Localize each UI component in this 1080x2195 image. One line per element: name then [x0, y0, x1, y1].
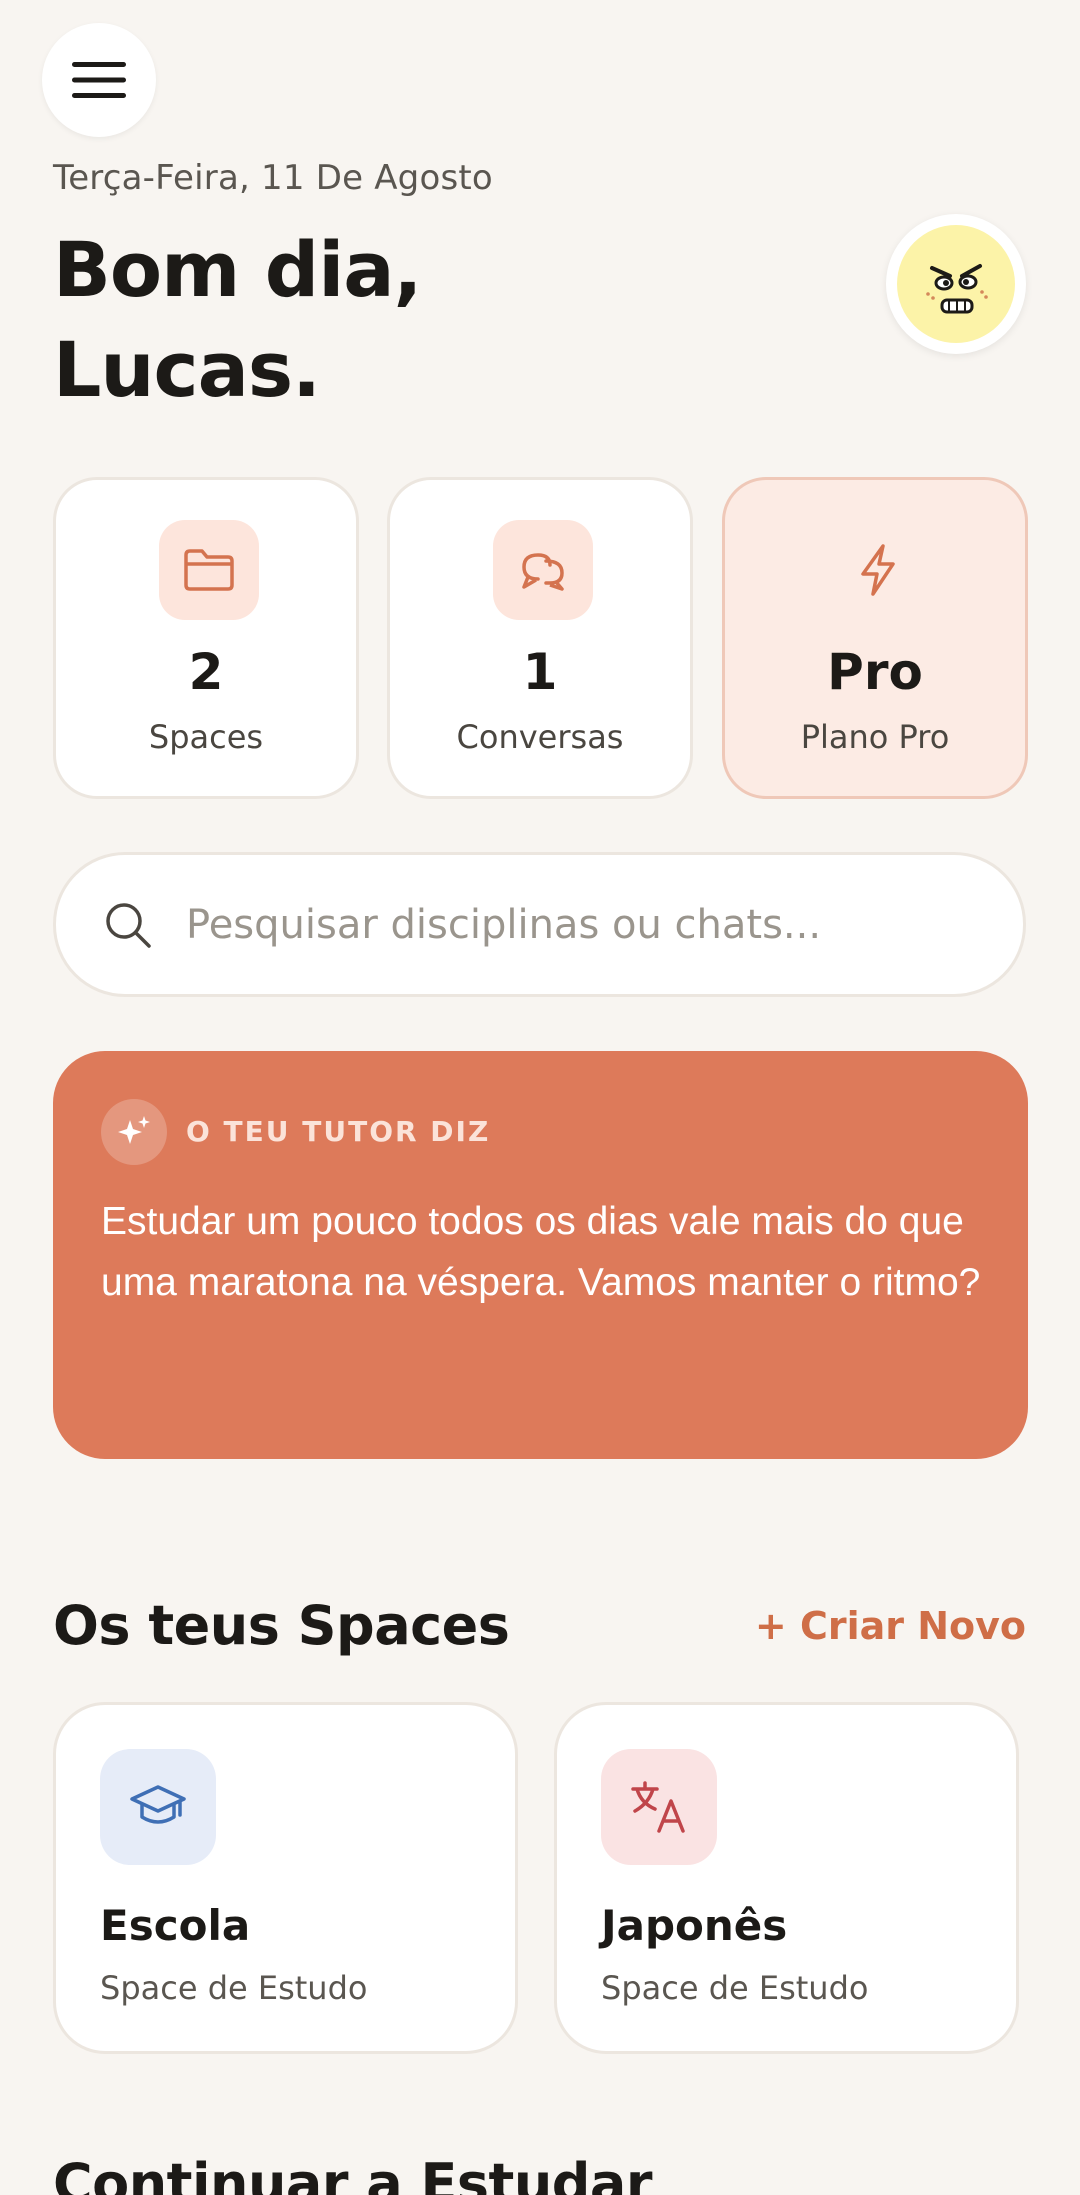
greeting-line-2: Lucas. — [53, 325, 321, 414]
avatar-face-icon — [897, 225, 1015, 343]
tutor-tip-card: O TEU TUTOR DIZ Estudar um pouco todos o… — [53, 1051, 1028, 1459]
folder-icon — [184, 549, 234, 591]
translate-icon — [631, 1781, 685, 1833]
tutor-message: Estudar um pouco todos os dias vale mais… — [101, 1200, 981, 1304]
stat-card-plan[interactable]: Pro Plano Pro — [722, 477, 1028, 799]
create-new-space-button[interactable]: + Criar Novo — [755, 1604, 1026, 1648]
avatar[interactable] — [886, 214, 1026, 354]
space-subtitle: Space de Estudo — [601, 1969, 869, 2007]
space-name: Escola — [100, 1901, 251, 1950]
search-input[interactable] — [186, 901, 946, 948]
greeting-title: Bom dia, Lucas. — [53, 220, 422, 420]
continue-section-title: Continuar a Estudar — [53, 2152, 653, 2195]
space-card-escola[interactable]: Escola Space de Estudo — [53, 1702, 518, 2054]
stats-row: 2 Spaces 1 Conversas Pro Plano Pro — [53, 477, 1028, 799]
search-bar[interactable] — [53, 852, 1026, 997]
lightning-icon — [861, 544, 895, 596]
stat-label: Plano Pro — [800, 718, 950, 756]
stat-card-spaces[interactable]: 2 Spaces — [53, 477, 359, 799]
hamburger-menu-icon — [72, 62, 126, 98]
greeting-line-1: Bom dia, — [53, 225, 422, 314]
graduation-cap-icon — [130, 1785, 186, 1824]
chat-bubbles-icon — [522, 553, 564, 591]
stat-value: 1 — [522, 643, 558, 701]
space-subtitle: Space de Estudo — [100, 1969, 368, 2007]
stat-card-conversations[interactable]: 1 Conversas — [387, 477, 693, 799]
stat-value: 2 — [188, 643, 224, 701]
current-date: Terça-Feira, 11 De Agosto — [53, 158, 493, 198]
search-icon — [106, 902, 151, 948]
stat-label: Conversas — [456, 718, 624, 756]
spaces-section-title: Os teus Spaces — [53, 1594, 510, 1657]
space-card-japones[interactable]: Japonês Space de Estudo — [554, 1702, 1019, 2054]
stat-label: Spaces — [148, 718, 264, 756]
home-screen: Terça-Feira, 11 De Agosto Bom dia, Lucas… — [0, 0, 1080, 2195]
space-name: Japonês — [601, 1901, 788, 1950]
tutor-label: O TEU TUTOR DIZ — [186, 1115, 491, 1148]
stat-value: Pro — [827, 643, 923, 701]
menu-button[interactable] — [42, 23, 156, 137]
sparkles-icon — [118, 1116, 150, 1144]
